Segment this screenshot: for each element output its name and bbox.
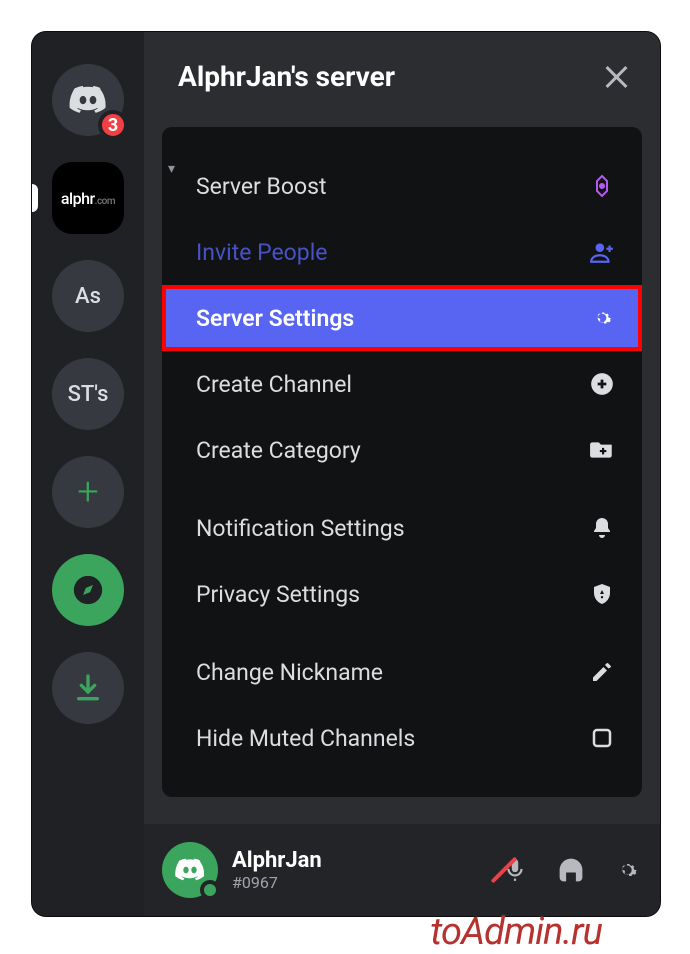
download-icon: [72, 672, 104, 704]
plus-circle-icon: [588, 370, 616, 398]
explore-button[interactable]: [52, 554, 124, 626]
menu-label: Notification Settings: [196, 515, 405, 542]
menu-invite-people[interactable]: Invite People: [162, 219, 642, 285]
menu-create-category[interactable]: Create Category: [162, 417, 642, 483]
user-panel: AlphrJan #0967: [144, 824, 660, 916]
gear-icon: [588, 304, 616, 332]
menu-hide-muted[interactable]: Hide Muted Channels: [162, 705, 642, 771]
server-icon-text: alphr.com: [61, 189, 115, 208]
watermark: toAdmin.ru: [430, 910, 602, 954]
server-item-as[interactable]: As: [52, 260, 124, 332]
menu-create-channel[interactable]: Create Channel: [162, 351, 642, 417]
menu-privacy-settings[interactable]: Privacy Settings: [162, 561, 642, 627]
menu-server-boost[interactable]: Server Boost: [162, 153, 642, 219]
bell-icon: [588, 514, 616, 542]
channel-panel: AlphrJan's server ▾ ▾ Server Boost Invit…: [144, 32, 660, 916]
menu-label: Hide Muted Channels: [196, 725, 415, 752]
server-sidebar: 3 alphr.com As ST's +: [32, 32, 144, 916]
avatar[interactable]: [162, 842, 218, 898]
menu-label: Privacy Settings: [196, 581, 360, 608]
shield-icon: [588, 580, 616, 608]
folder-plus-icon: [588, 436, 616, 464]
menu-change-nickname[interactable]: Change Nickname: [162, 639, 642, 705]
microphone-icon: [502, 857, 528, 883]
home-button[interactable]: 3: [52, 64, 124, 136]
server-item-sts[interactable]: ST's: [52, 358, 124, 430]
user-info[interactable]: AlphrJan #0967: [232, 848, 486, 892]
close-icon[interactable]: [602, 63, 630, 91]
app-window: 3 alphr.com As ST's + AlphrJan's serve: [32, 32, 660, 916]
mention-badge: 3: [98, 110, 128, 140]
download-apps-button[interactable]: [52, 652, 124, 724]
username: AlphrJan: [232, 848, 486, 873]
status-indicator: [200, 880, 220, 900]
gear-icon: [613, 856, 641, 884]
server-dropdown-menu: ▾ ▾ Server Boost Invite People Server Se…: [162, 127, 642, 797]
server-initials: ST's: [68, 382, 109, 407]
pencil-icon: [588, 658, 616, 686]
chevron-down-icon[interactable]: ▾: [168, 161, 175, 177]
menu-label: Change Nickname: [196, 659, 383, 686]
menu-label: Server Settings: [196, 305, 354, 332]
add-server-button[interactable]: +: [52, 456, 124, 528]
headphones-icon: [556, 855, 586, 885]
discord-logo-icon: [174, 854, 206, 886]
user-tag: #0967: [232, 873, 486, 892]
server-item-alphr[interactable]: alphr.com: [52, 162, 124, 234]
add-person-icon: [588, 238, 616, 266]
server-header[interactable]: AlphrJan's server: [144, 32, 660, 113]
menu-label: Server Boost: [196, 173, 327, 200]
user-controls: [500, 855, 642, 885]
checkbox-empty-icon: [588, 724, 616, 752]
server-title: AlphrJan's server: [178, 60, 395, 93]
plus-icon: +: [77, 470, 98, 514]
server-initials: As: [75, 284, 101, 309]
menu-label: Create Category: [196, 437, 361, 464]
compass-icon: [71, 573, 105, 607]
mute-button[interactable]: [500, 855, 530, 885]
user-settings-button[interactable]: [612, 855, 642, 885]
menu-notification-settings[interactable]: Notification Settings: [162, 495, 642, 561]
menu-server-settings[interactable]: Server Settings: [162, 285, 642, 351]
deafen-button[interactable]: [556, 855, 586, 885]
boost-gem-icon: [588, 172, 616, 200]
menu-label: Invite People: [196, 239, 328, 266]
menu-label: Create Channel: [196, 371, 352, 398]
